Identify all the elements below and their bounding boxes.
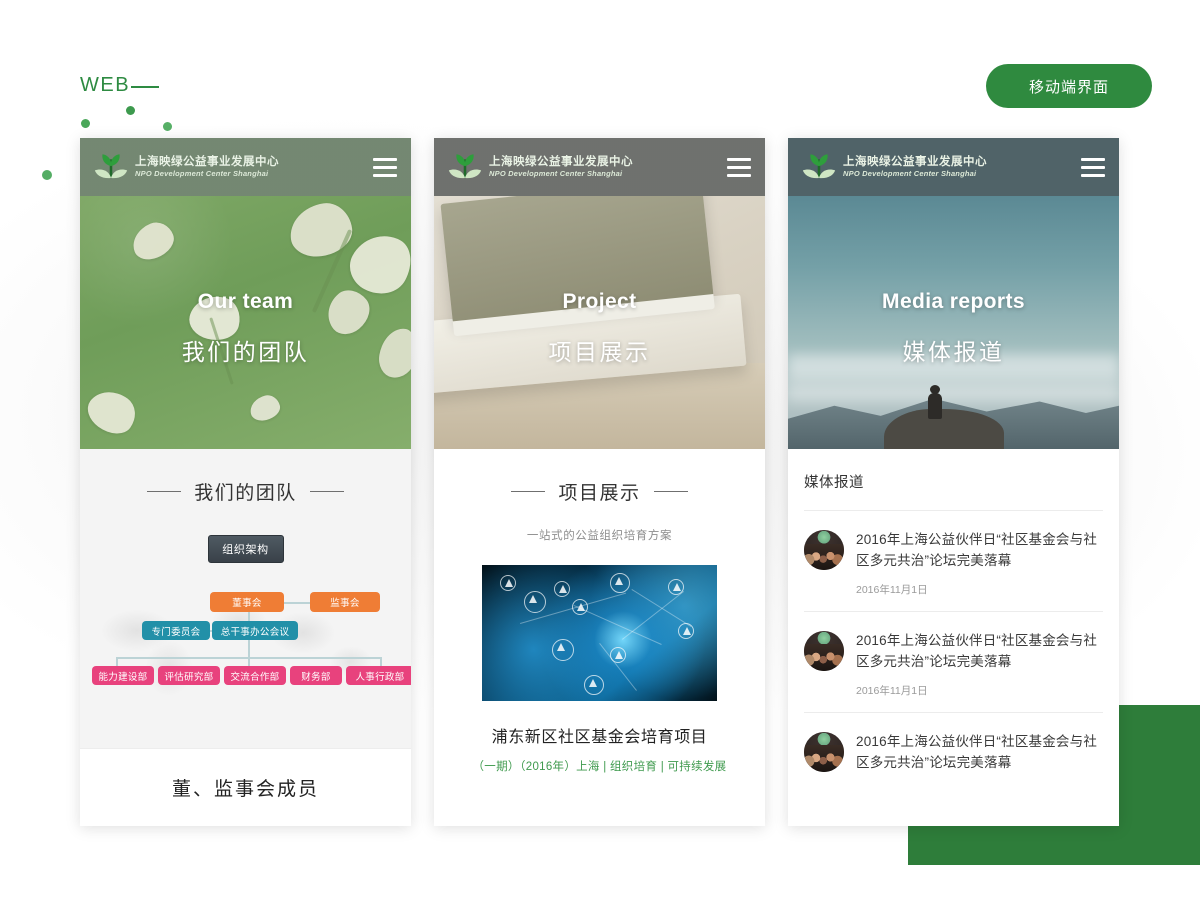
hero-banner: Media reports 媒体报道 [788,196,1119,449]
hero-title-en: Our team [197,290,294,313]
news-text: 2016年上海公益伙伴日“社区基金会与社区多元共治”论坛完美落幕 2016年11… [856,530,1103,597]
brand-name-cn: 上海映绿公益事业发展中心 [135,156,279,169]
web-label-dash [131,86,159,88]
title-rule-right [653,491,688,492]
hero-banner: Our team 我们的团队 [80,196,411,449]
hero-title-cn: 我们的团队 [181,339,310,365]
group-photo-avatar [804,630,844,671]
app-header: 上海映绿公益事业发展中心 NPO Development Center Shan… [80,138,411,196]
section-title-text: 我们的团队 [194,483,297,504]
brand-name-cn: 上海映绿公益事业发展中心 [489,156,633,169]
news-text: 2016年上海公益伙伴日“社区基金会与社区多元共治”论坛完美落幕 2016年11… [856,631,1103,698]
card-body: 我们的团队 组织架构 董事会 监事会 专门委员会 总干事办公会议 能力建设部 评… [80,449,411,826]
brand-name-en: NPO Development Center Shanghai [135,169,269,179]
news-date: 2016年11月1日 [856,684,928,697]
mobile-ui-badge[interactable]: 移动端界面 [986,64,1152,108]
team-members-heading[interactable]: 董、监事会成员 [80,748,411,826]
brand-name-en: NPO Development Center Shanghai [489,169,623,179]
brand-lockup: 上海映绿公益事业发展中心 NPO Development Center Shan… [843,156,987,178]
hero-text: Project 项目展示 [434,290,765,367]
news-text: 2016年上海公益伙伴日“社区基金会与社区多元共治”论坛完美落幕 [856,732,1103,774]
org-connector [282,602,310,604]
hero-title-cn: 项目展示 [548,339,651,365]
phone-card-project: 上海映绿公益事业发展中心 NPO Development Center Shan… [434,138,765,826]
hamburger-menu-icon[interactable] [373,157,397,177]
phone-card-our-team: 上海映绿公益事业发展中心 NPO Development Center Shan… [80,138,411,826]
brand-lockup: 上海映绿公益事业发展中心 NPO Development Center Shan… [489,156,633,178]
news-list: 2016年上海公益伙伴日“社区基金会与社区多元共治”论坛完美落幕 2016年11… [788,510,1119,788]
list-item[interactable]: 2016年上海公益伙伴日“社区基金会与社区多元共治”论坛完美落幕 [804,711,1103,788]
group-photo-avatar [804,731,844,772]
decor-dot [81,119,90,128]
project-meta: （一期）（2016年）上海 | 组织培育 | 可持续发展 [472,761,727,773]
org-structure-button[interactable]: 组织架构 [207,535,284,563]
list-item[interactable]: 2016年上海公益伙伴日“社区基金会与社区多元共治”论坛完美落幕 2016年11… [804,610,1103,712]
news-title: 2016年上海公益伙伴日“社区基金会与社区多元共治”论坛完美落幕 [856,632,1098,669]
web-label: WEB [80,74,131,96]
card-body: 项目展示 一站式的公益组织培育方案 浦东新区社区基金会培育项目 （一期）（201… [434,449,765,826]
title-rule-right [309,491,344,492]
hero-banner: Project 项目展示 [434,196,765,449]
sprout-leaf-icon [94,152,128,182]
org-chart: 董事会 监事会 专门委员会 总干事办公会议 能力建设部 评估研究部 交流合作部 … [86,589,411,699]
decor-dot [126,106,135,115]
org-node-capacity[interactable]: 能力建设部 [92,666,154,685]
section-title: 我们的团队 [80,449,411,505]
org-node-supervisor[interactable]: 监事会 [310,592,380,612]
sprout-leaf-icon [448,152,482,182]
news-title: 2016年上海公益伙伴日“社区基金会与社区多元共治”论坛完美落幕 [856,532,1098,568]
brand-name-en: NPO Development Center Shanghai [843,169,977,179]
section-subtitle: 一站式的公益组织培育方案 [526,530,673,542]
card-body: 媒体报道 2016年上海公益伙伴日“社区基金会与社区多元共治”论坛完美落幕 20… [788,449,1119,826]
decor-dot [42,170,52,180]
title-rule-left [511,491,546,492]
list-item[interactable]: 2016年上海公益伙伴日“社区基金会与社区多元共治”论坛完美落幕 2016年11… [804,510,1103,611]
hero-title-cn: 媒体报道 [902,339,1005,365]
org-node-directors-meeting[interactable]: 总干事办公会议 [212,621,298,640]
hamburger-menu-icon[interactable] [1081,157,1105,177]
blue-network-map-photo[interactable] [482,565,717,701]
page-root: WEB 移动端界面 上海映绿公益事业发展中心 NPO Development C… [0,0,1200,904]
group-photo-avatar [804,530,844,570]
hero-title-en: Project [562,290,637,313]
section-title: 项目展示 [434,449,765,505]
section-title-text: 项目展示 [558,483,641,504]
org-node-committee[interactable]: 专门委员会 [142,621,210,640]
org-node-board[interactable]: 董事会 [210,592,284,612]
hero-text: Our team 我们的团队 [80,290,411,367]
app-header: 上海映绿公益事业发展中心 NPO Development Center Shan… [434,138,765,196]
org-connector [116,657,381,659]
news-date: 2016年11月1日 [856,583,928,596]
org-node-finance[interactable]: 财务部 [290,666,342,685]
hero-text: Media reports 媒体报道 [788,290,1119,367]
hamburger-menu-icon[interactable] [727,157,751,177]
sprout-leaf-icon [802,152,836,182]
title-rule-left [147,491,182,492]
news-section-heading: 媒体报道 [804,475,864,491]
decor-dot [163,122,172,131]
news-title: 2016年上海公益伙伴日“社区基金会与社区多元共治”论坛完美落幕 [856,733,1098,770]
hero-title-en: Media reports [882,290,1025,313]
phone-card-media-reports: 上海映绿公益事业发展中心 NPO Development Center Shan… [788,138,1119,826]
org-node-evaluation[interactable]: 评估研究部 [158,666,220,685]
brand-lockup: 上海映绿公益事业发展中心 NPO Development Center Shan… [135,156,279,178]
project-title[interactable]: 浦东新区社区基金会培育项目 [434,723,765,747]
org-node-cooperation[interactable]: 交流合作部 [224,666,286,685]
app-header: 上海映绿公益事业发展中心 NPO Development Center Shan… [788,138,1119,196]
brand-name-cn: 上海映绿公益事业发展中心 [843,156,987,169]
org-node-hr[interactable]: 人事行政部 [346,666,411,685]
